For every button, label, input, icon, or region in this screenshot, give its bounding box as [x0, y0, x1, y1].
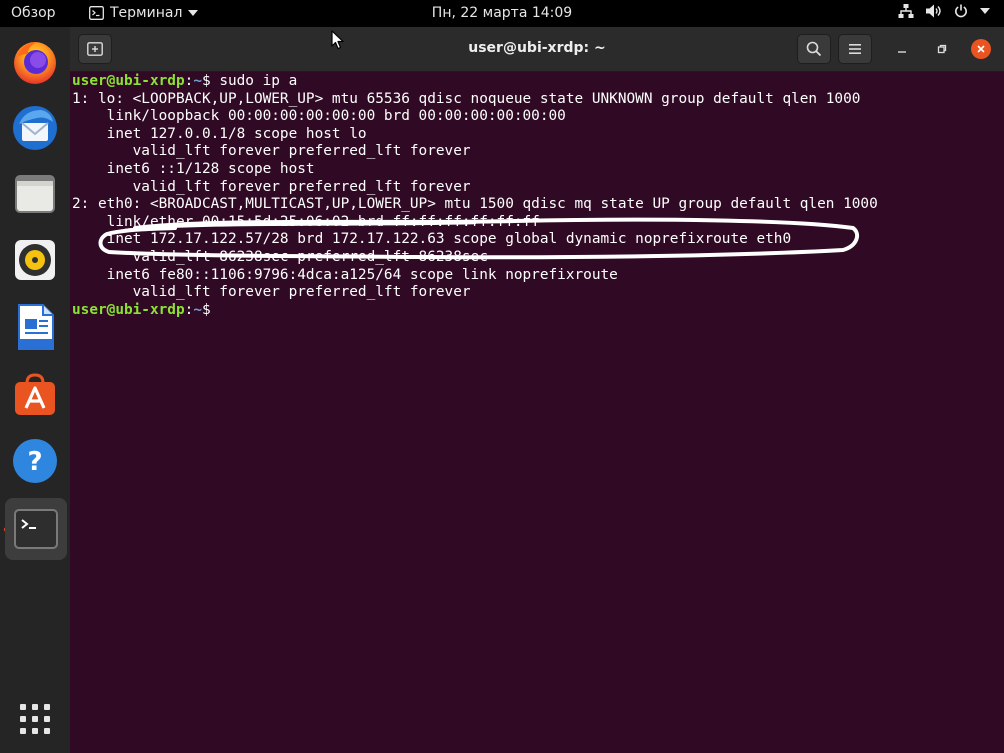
clock[interactable]: Пн, 22 марта 14:09: [432, 5, 572, 21]
prompt-user: user@ubi-xrdp: [72, 73, 185, 89]
prompt-path: ~: [193, 301, 202, 318]
prompt-symbol: $: [201, 301, 211, 318]
prompt-path: ~: [193, 73, 202, 89]
output-line: link/ether 00:15:5d:25:06:02 brd ff:ff:f…: [72, 213, 540, 230]
app-menu[interactable]: Терминал: [89, 5, 199, 21]
dock-item-help[interactable]: ?: [9, 435, 61, 487]
rhythmbox-icon: [15, 240, 55, 280]
svg-text:?: ?: [27, 447, 42, 477]
search-button[interactable]: [797, 34, 831, 64]
terminal-app-icon: [89, 6, 104, 20]
minimize-button[interactable]: [892, 39, 912, 59]
files-icon: [15, 175, 55, 213]
dock-item-terminal[interactable]: [5, 498, 67, 560]
dock-item-files[interactable]: [9, 168, 61, 220]
dock-item-ubuntu-software[interactable]: [9, 368, 61, 420]
restore-icon: [937, 44, 947, 54]
output-line: inet 127.0.0.1/8 scope host lo: [72, 125, 367, 142]
output-line: inet 172.17.122.57/28 brd 172.17.122.63 …: [72, 231, 792, 248]
output-line: valid_lft forever preferred_lft forever: [72, 178, 471, 195]
prompt-symbol: $: [201, 73, 211, 89]
maximize-button[interactable]: [932, 39, 952, 59]
scrollbar[interactable]: [998, 73, 1004, 753]
hamburger-icon: [849, 44, 861, 54]
terminal-output[interactable]: user@ubi-xrdp:~$ sudo ip a 1: lo: <LOOPBA…: [72, 73, 997, 743]
prompt-separator: :: [184, 73, 194, 89]
volume-icon: [926, 4, 941, 18]
network-icon: [898, 4, 914, 18]
close-button[interactable]: [971, 39, 991, 59]
search-icon: [806, 41, 822, 57]
thunderbird-icon: [13, 106, 57, 150]
header-bar[interactable]: user@ubi-xrdp: ~: [70, 27, 1004, 72]
minimize-icon: [898, 51, 906, 53]
output-line: inet6 fe80::1106:9796:4dca:a125/64 scope…: [72, 266, 618, 283]
command-text: sudo ip a: [210, 73, 298, 89]
output-line: 2: eth0: <BROADCAST,MULTICAST,UP,LOWER_U…: [72, 196, 878, 213]
close-icon: [977, 45, 985, 53]
caret-down-icon: [980, 8, 990, 14]
top-bar: Обзор Терминал Пн, 22 марта 14:09: [0, 0, 1004, 27]
terminal-icon: [14, 509, 58, 549]
dock-item-thunderbird[interactable]: [9, 102, 61, 154]
system-tray[interactable]: [898, 4, 990, 18]
prompt-line: user@ubi-xrdp:~$ sudo ip a: [72, 73, 997, 91]
firefox-icon: [14, 42, 56, 84]
output-line: link/loopback 00:00:00:00:00:00 brd 00:0…: [72, 108, 566, 125]
help-icon: ?: [13, 439, 57, 483]
dock-item-writer[interactable]: [9, 301, 61, 353]
software-store-icon: [15, 373, 55, 415]
prompt-line: user@ubi-xrdp:~$: [72, 302, 997, 320]
apps-grid-icon: [20, 704, 50, 734]
mouse-pointer-icon: [331, 30, 344, 50]
writer-icon: [18, 304, 54, 350]
output-line: inet6 ::1/128 scope host: [72, 160, 315, 177]
output-line: valid_lft 86238sec preferred_lft 86238se…: [72, 248, 488, 265]
menu-button[interactable]: [838, 34, 872, 64]
output-line: valid_lft forever preferred_lft forever: [72, 284, 471, 301]
dock-item-firefox[interactable]: [9, 36, 61, 88]
output-line: valid_lft forever preferred_lft forever: [72, 143, 471, 160]
app-menu-label: Терминал: [110, 5, 183, 21]
show-applications-button[interactable]: [9, 693, 61, 745]
power-icon: [955, 4, 967, 18]
output-line: 1: lo: <LOOPBACK,UP,LOWER_UP> mtu 65536 …: [72, 90, 861, 107]
dock: ?: [0, 27, 70, 753]
caret-down-icon: [188, 10, 199, 16]
prompt-separator: :: [184, 301, 194, 318]
activities-button[interactable]: Обзор: [11, 5, 56, 21]
dock-item-rhythmbox[interactable]: [9, 234, 61, 286]
terminal-window: user@ubi-xrdp: ~ user@ubi-xrdp:~$ sudo i…: [70, 27, 1004, 753]
prompt-user: user@ubi-xrdp: [72, 301, 185, 318]
